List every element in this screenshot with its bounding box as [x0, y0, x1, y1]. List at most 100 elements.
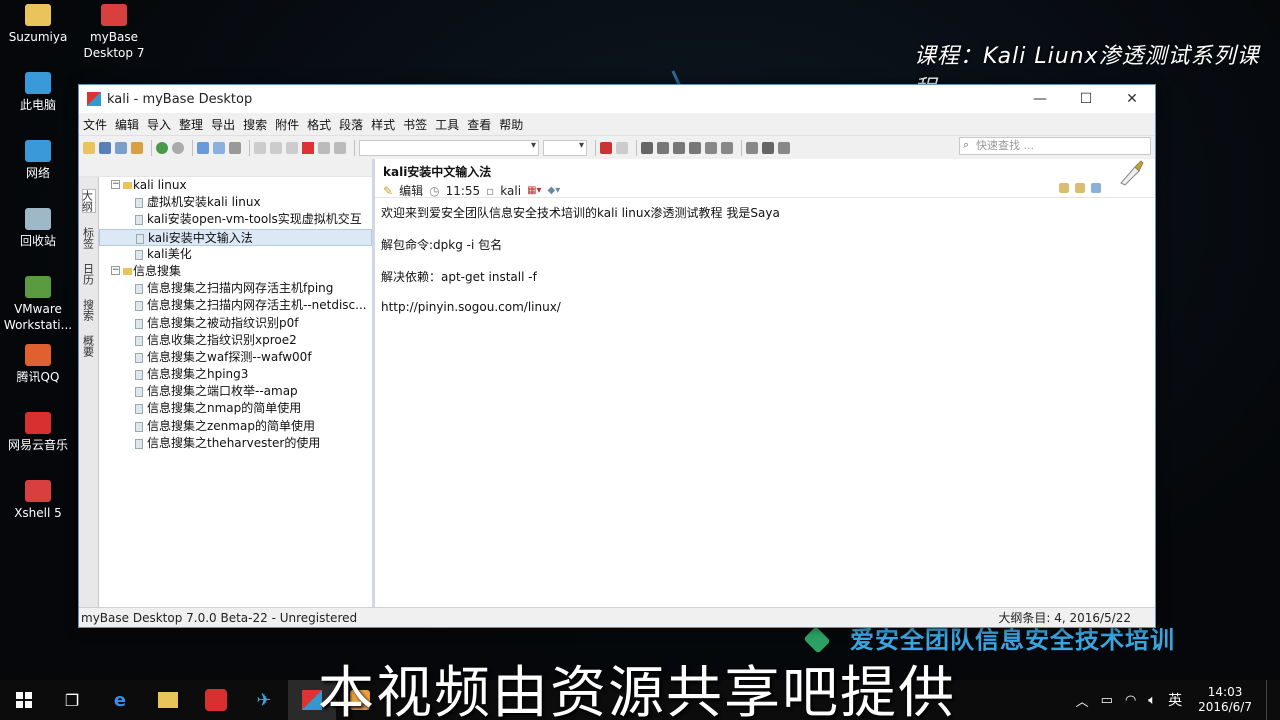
menu-search[interactable]: 搜索 — [243, 116, 273, 133]
taskbar-xshell[interactable]: ✈ — [240, 680, 288, 720]
tray-expand-icon[interactable]: ︿ — [1076, 691, 1089, 710]
label-icon[interactable]: ◆▾ — [548, 185, 561, 196]
tree-node-info-gathering[interactable]: − 信息搜集 — [99, 263, 372, 280]
print-icon[interactable] — [229, 141, 241, 154]
battery-icon[interactable]: ▭ — [1101, 693, 1113, 708]
font-family-select[interactable] — [359, 139, 539, 156]
superscript-icon[interactable] — [705, 141, 717, 154]
menu-attachments[interactable]: 附件 — [275, 116, 305, 133]
bold-icon[interactable] — [641, 141, 653, 154]
desktop-icon-netease-music[interactable]: 网易云音乐 — [0, 412, 76, 453]
desktop-icon-this-pc[interactable]: 此电脑 — [0, 72, 76, 113]
back-icon[interactable] — [156, 141, 168, 154]
menu-help[interactable]: 帮助 — [499, 116, 529, 133]
desktop-icon-network[interactable]: 网络 — [0, 140, 76, 181]
edit-note-icon[interactable] — [1059, 183, 1069, 193]
editor-pane[interactable]: kali安装中文输入法 ✎ 编辑 ◷ 11:55 ▫ kali ▦▾ ◆▾ 欢迎… — [375, 159, 1155, 607]
save-icon[interactable] — [99, 141, 111, 154]
highlight-icon[interactable] — [616, 141, 628, 154]
tab-calendar[interactable]: 日历 — [82, 263, 96, 285]
tree-node[interactable]: kali美化 — [99, 246, 372, 263]
attach-icon[interactable] — [1075, 183, 1085, 193]
desktop-icon-xshell[interactable]: Xshell 5 — [0, 480, 76, 521]
calendar-icon[interactable]: ▦▾ — [527, 185, 541, 196]
tab-tags[interactable]: 标签 — [82, 227, 96, 249]
tab-summary[interactable]: 概要 — [82, 335, 96, 357]
minimize-button[interactable]: — — [1017, 85, 1063, 113]
notification-icon[interactable] — [1266, 680, 1280, 720]
taskbar-netease-music[interactable] — [192, 680, 240, 720]
layout-icon[interactable] — [197, 141, 209, 154]
font-size-select[interactable] — [543, 139, 587, 156]
desktop-icon-qq[interactable]: 腾讯QQ — [0, 344, 76, 385]
collapse-icon[interactable]: − — [111, 180, 120, 189]
tree-node[interactable]: 信息收集之指纹识别xproe2 — [99, 332, 372, 349]
list-icon[interactable] — [746, 141, 758, 154]
desktop-icon-mybase[interactable]: myBase Desktop 7 — [76, 4, 152, 61]
italic-icon[interactable] — [657, 141, 669, 154]
tree-node[interactable]: 信息搜集之hping3 — [99, 366, 372, 383]
clock[interactable]: 14:03 2016/6/7 — [1198, 685, 1252, 715]
tree-node[interactable]: 信息搜集之端口枚举--amap — [99, 383, 372, 400]
menu-tools[interactable]: 工具 — [435, 116, 465, 133]
menu-style[interactable]: 样式 — [371, 116, 401, 133]
task-view-button[interactable]: ❐ — [48, 680, 96, 720]
subscript-icon[interactable] — [721, 141, 733, 154]
volume-icon[interactable]: 🔈︎ — [1148, 693, 1156, 708]
desktop-icon-vmware[interactable]: VMware Workstati... — [0, 276, 76, 333]
close-button[interactable]: ✕ — [1109, 85, 1155, 113]
tree-node[interactable]: 信息搜集之waf探测--wafw00f — [99, 349, 372, 366]
menu-file[interactable]: 文件 — [83, 116, 113, 133]
taskbar-edge[interactable]: e — [96, 680, 144, 720]
tree-node[interactable]: 虚拟机安装kali linux — [99, 194, 372, 211]
strikethrough-icon[interactable] — [689, 141, 701, 154]
menu-import[interactable]: 导入 — [147, 116, 177, 133]
window-titlebar[interactable]: kali - myBase Desktop — ☐ ✕ — [79, 85, 1155, 113]
menu-edit[interactable]: 编辑 — [115, 116, 145, 133]
tree-node[interactable]: 信息搜集之theharvester的使用 — [99, 435, 372, 452]
undo-icon[interactable] — [318, 141, 330, 154]
tree-node[interactable]: 信息搜集之被动指纹识别p0f — [99, 315, 372, 332]
tree-node-selected[interactable]: kali安装中文输入法 — [99, 228, 372, 246]
quick-search-input[interactable]: 快速查找 ... — [959, 137, 1151, 155]
tree-node[interactable]: 信息搜集之nmap的简单使用 — [99, 400, 372, 417]
tree-node-kali-linux[interactable]: − kali linux — [99, 177, 372, 194]
layout-alt-icon[interactable] — [213, 141, 225, 154]
start-button[interactable] — [0, 680, 48, 720]
menu-organize[interactable]: 整理 — [179, 116, 209, 133]
info-icon[interactable] — [1091, 183, 1101, 193]
desktop-icon-suzumiya[interactable]: Suzumiya — [0, 4, 76, 45]
paste-icon[interactable] — [286, 141, 298, 154]
text-color-icon[interactable] — [600, 141, 612, 154]
menu-paragraph[interactable]: 段落 — [339, 116, 369, 133]
tab-search[interactable]: 搜索 — [82, 299, 96, 321]
copy-icon[interactable] — [270, 141, 282, 154]
forward-icon[interactable] — [172, 141, 184, 154]
open-icon[interactable] — [131, 141, 143, 154]
horizontal-rule-icon[interactable] — [762, 141, 774, 154]
menu-format[interactable]: 格式 — [307, 116, 337, 133]
menu-bookmarks[interactable]: 书签 — [403, 116, 433, 133]
tree-node[interactable]: 信息搜集之zenmap的简单使用 — [99, 418, 372, 435]
underline-icon[interactable] — [673, 141, 685, 154]
maximize-button[interactable]: ☐ — [1063, 85, 1109, 113]
document-body[interactable]: 欢迎来到爱安全团队信息安全技术培训的kali linux渗透测试教程 我是Say… — [381, 204, 780, 332]
menu-view[interactable]: 查看 — [467, 116, 497, 133]
insert-icon[interactable] — [778, 141, 790, 154]
collapse-icon[interactable]: − — [111, 265, 120, 275]
redo-icon[interactable] — [334, 141, 346, 154]
menu-export[interactable]: 导出 — [211, 116, 241, 133]
tab-outline[interactable]: 大纲 — [81, 189, 96, 213]
tree-node[interactable]: 信息搜集之扫描内网存活主机fping — [99, 280, 372, 297]
save-all-icon[interactable] — [115, 141, 127, 154]
tree-node[interactable]: 信息搜集之扫描内网存活主机--netdisc... — [99, 297, 372, 314]
cut-icon[interactable] — [254, 141, 266, 154]
tree-node[interactable]: kali安装open-vm-tools实现虚拟机交互 — [99, 211, 372, 228]
new-icon[interactable] — [83, 141, 95, 154]
ime-indicator[interactable]: 英 — [1168, 690, 1182, 710]
wifi-icon[interactable]: ◠ — [1125, 693, 1136, 708]
desktop-icon-recycle-bin[interactable]: 回收站 — [0, 208, 76, 249]
body-line-url[interactable]: http://pinyin.sogou.com/linux/ — [381, 300, 780, 332]
delete-icon[interactable] — [302, 141, 314, 154]
taskbar-explorer[interactable] — [144, 680, 192, 720]
